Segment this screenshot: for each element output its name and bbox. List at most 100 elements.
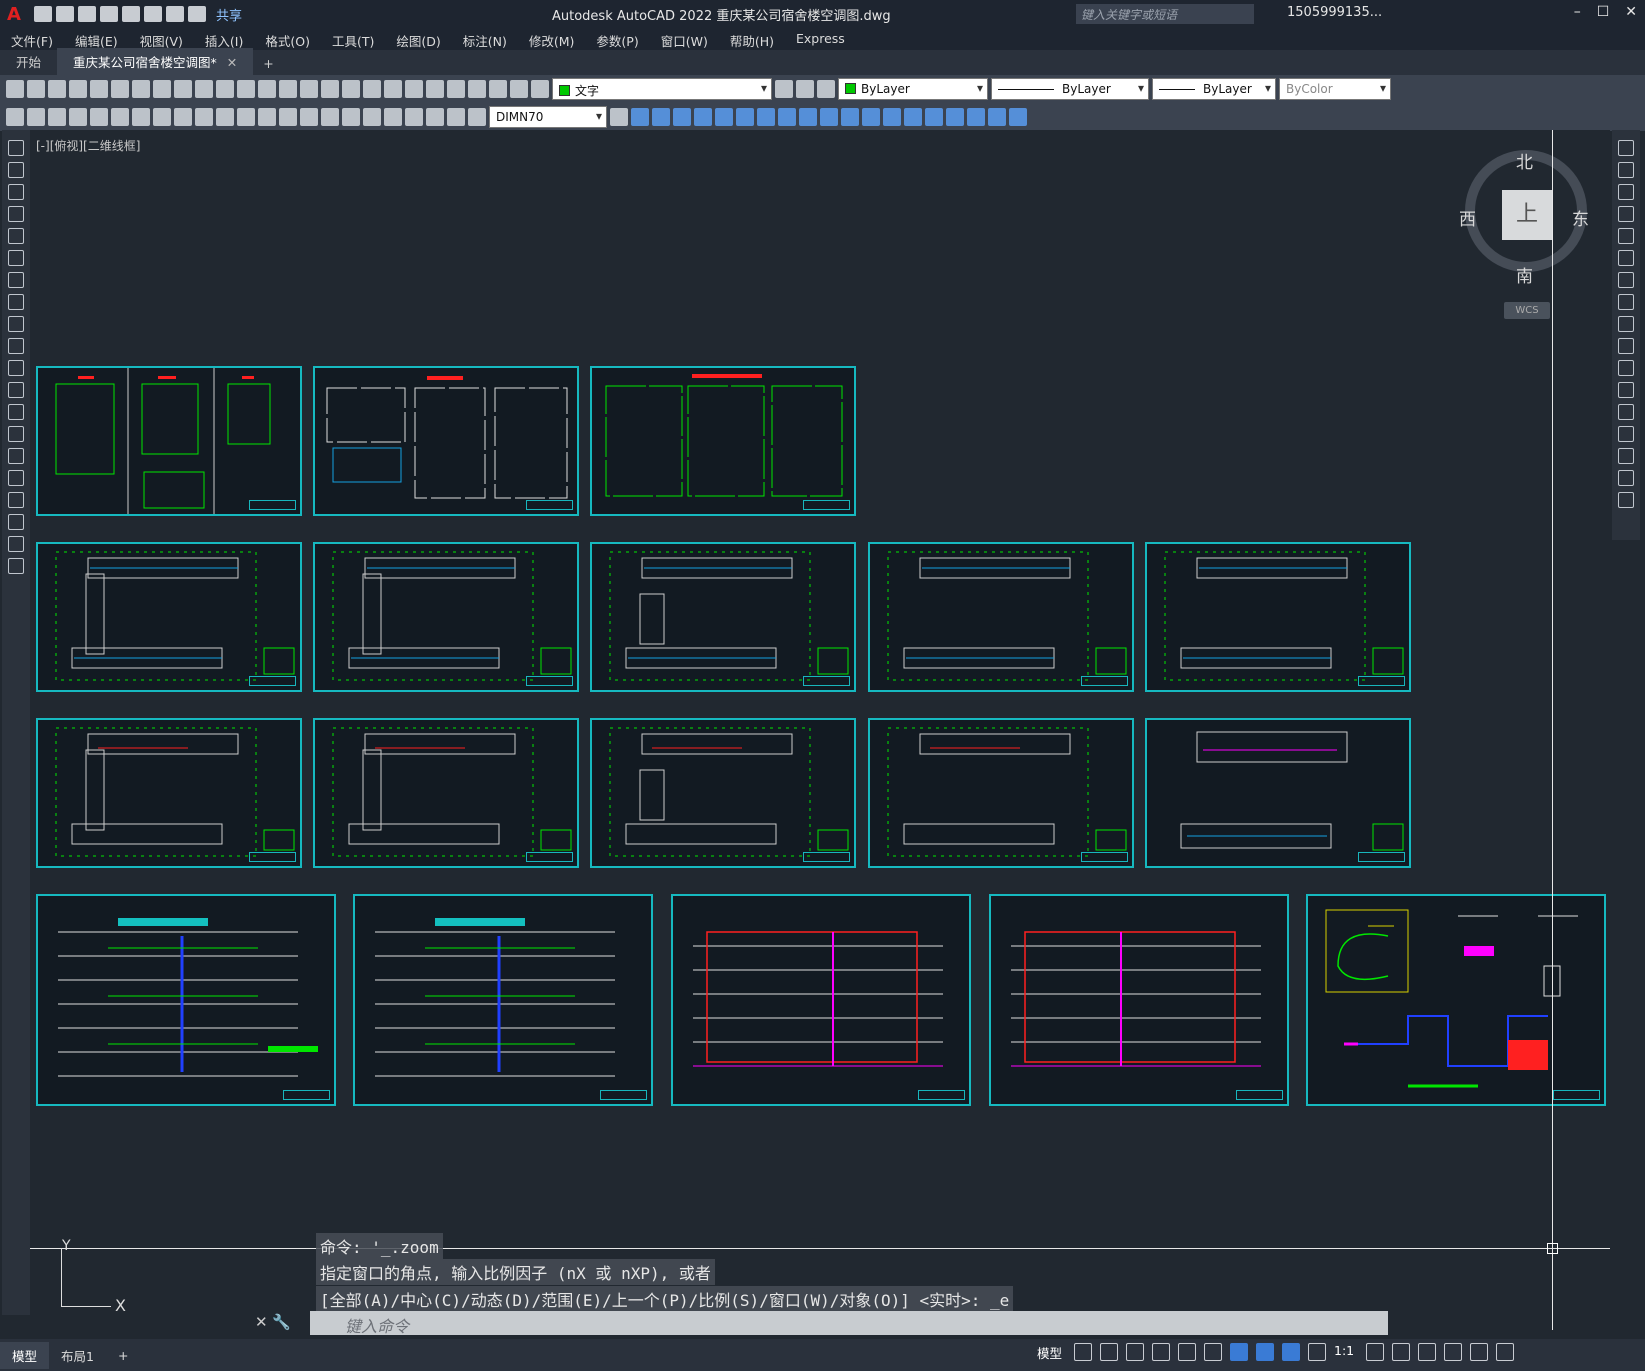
- annotation-monitor-icon[interactable]: [1392, 1343, 1411, 1361]
- menu-view[interactable]: 视图(V): [129, 28, 194, 50]
- wcs-menu[interactable]: WCS: [1504, 302, 1550, 319]
- solid-cylinder-icon[interactable]: [652, 108, 670, 126]
- hardware-acceleration-icon[interactable]: [1444, 1343, 1463, 1361]
- layout-tab-model[interactable]: 模型: [0, 1341, 50, 1369]
- continue-dim-icon[interactable]: [279, 108, 297, 126]
- open-icon[interactable]: [27, 80, 45, 98]
- blend-icon[interactable]: [1618, 470, 1634, 486]
- solid-cone-icon[interactable]: [673, 108, 691, 126]
- publish-icon[interactable]: [122, 6, 140, 22]
- sheet-s16[interactable]: [671, 894, 971, 1106]
- close-command-icon[interactable]: ✕: [255, 1313, 268, 1331]
- break-dim-icon[interactable]: [321, 108, 339, 126]
- linetype-dropdown[interactable]: ByLayer: [991, 78, 1149, 100]
- customization-menu-icon[interactable]: [1496, 1343, 1515, 1361]
- close-tab-icon[interactable]: ✕: [227, 55, 237, 70]
- object-snap-icon[interactable]: [1230, 1343, 1249, 1361]
- line-icon[interactable]: [8, 140, 24, 156]
- clean-screen-icon[interactable]: [1470, 1343, 1489, 1361]
- dim-style-manager-icon[interactable]: [610, 108, 628, 126]
- thicken-icon[interactable]: [925, 108, 943, 126]
- sheet-s01[interactable]: [36, 366, 302, 516]
- inspect-icon[interactable]: [384, 108, 402, 126]
- save-as-icon[interactable]: [100, 6, 118, 22]
- plot-icon[interactable]: [111, 80, 129, 98]
- layer-freeze-icon[interactable]: [531, 80, 549, 98]
- move-icon[interactable]: [1618, 250, 1634, 266]
- construction-line-icon[interactable]: [8, 162, 24, 178]
- insert-block-icon[interactable]: [8, 382, 24, 398]
- join-icon[interactable]: [1618, 404, 1634, 420]
- edit-dim-icon[interactable]: [426, 108, 444, 126]
- menu-format[interactable]: 格式(O): [254, 28, 321, 50]
- viewcube-top-face[interactable]: 上: [1502, 190, 1552, 240]
- union-icon[interactable]: [757, 108, 775, 126]
- interfere-icon[interactable]: [988, 108, 1006, 126]
- properties-icon[interactable]: [342, 80, 360, 98]
- isolate-objects-icon[interactable]: [1418, 1343, 1437, 1361]
- match-properties-icon[interactable]: [195, 80, 213, 98]
- polyline-icon[interactable]: [8, 184, 24, 200]
- fillet-icon[interactable]: [1618, 448, 1634, 464]
- break-icon[interactable]: [1618, 382, 1634, 398]
- save-icon[interactable]: [78, 6, 96, 22]
- viewcube-south[interactable]: 南: [1516, 262, 1533, 287]
- extend-icon[interactable]: [1618, 360, 1634, 376]
- table-icon[interactable]: [8, 514, 24, 530]
- insert-block-icon[interactable]: [6, 108, 24, 126]
- workspace-gear-icon[interactable]: [1366, 1343, 1385, 1361]
- redo-icon[interactable]: [188, 6, 206, 22]
- sheet-s18[interactable]: [1306, 894, 1606, 1106]
- undo-icon[interactable]: [166, 6, 184, 22]
- menu-dimension[interactable]: 标注(N): [452, 28, 518, 50]
- add-selected-icon[interactable]: [8, 558, 24, 574]
- markup-icon[interactable]: [426, 80, 444, 98]
- layer-properties-icon[interactable]: [489, 80, 507, 98]
- menu-edit[interactable]: 编辑(E): [64, 28, 129, 50]
- auto-scale-icon[interactable]: [1308, 1343, 1327, 1361]
- point-icon[interactable]: [8, 426, 24, 442]
- region-icon[interactable]: [8, 492, 24, 508]
- sheet-s08[interactable]: [1145, 542, 1411, 692]
- polar-icon[interactable]: [1152, 1343, 1171, 1361]
- menu-file[interactable]: 文件(F): [0, 28, 64, 50]
- snap-icon[interactable]: [1100, 1343, 1119, 1361]
- solid-sphere-icon[interactable]: [694, 108, 712, 126]
- tab-start[interactable]: 开始: [0, 48, 57, 75]
- tolerance-icon[interactable]: [342, 108, 360, 126]
- rotate-icon[interactable]: [1618, 272, 1634, 288]
- dim-update-icon[interactable]: [468, 108, 486, 126]
- close-icon[interactable]: ✕: [1625, 4, 1637, 20]
- color-dropdown[interactable]: ByLayer: [838, 78, 988, 100]
- paste-icon[interactable]: [174, 80, 192, 98]
- menu-express[interactable]: Express: [785, 28, 856, 50]
- sheet-s14[interactable]: [36, 894, 336, 1106]
- tab-drawing[interactable]: 重庆某公司宿舍楼空调图* ✕: [57, 48, 254, 75]
- annotation-scale[interactable]: 1:1: [1334, 1343, 1354, 1361]
- isodraft-icon[interactable]: [1178, 1343, 1197, 1361]
- circle-icon[interactable]: [8, 272, 24, 288]
- menu-tools[interactable]: 工具(T): [321, 28, 385, 50]
- zoom-previous-icon[interactable]: [321, 80, 339, 98]
- trim-icon[interactable]: [1618, 338, 1634, 354]
- extrude-icon[interactable]: [715, 108, 733, 126]
- layer-previous-icon[interactable]: [796, 80, 814, 98]
- hatch-icon[interactable]: [8, 448, 24, 464]
- angular-dim-icon[interactable]: [216, 108, 234, 126]
- customize-icon[interactable]: 🔧: [272, 1313, 291, 1331]
- block-editor-icon[interactable]: [27, 108, 45, 126]
- arc-length-dim-icon[interactable]: [111, 108, 129, 126]
- ellipse-arc-icon[interactable]: [8, 360, 24, 376]
- revcloud-icon[interactable]: [8, 294, 24, 310]
- array-icon[interactable]: [1618, 228, 1634, 244]
- maximize-icon[interactable]: ☐: [1597, 4, 1610, 20]
- new-tab-button[interactable]: +: [253, 52, 283, 75]
- copy-icon[interactable]: [153, 80, 171, 98]
- menu-window[interactable]: 窗口(W): [650, 28, 719, 50]
- design-center-icon[interactable]: [363, 80, 381, 98]
- sheet-s04[interactable]: [36, 542, 302, 692]
- object-snap-tracking-icon[interactable]: [1204, 1343, 1223, 1361]
- layer-state-icon[interactable]: [817, 80, 835, 98]
- polygon-icon[interactable]: [8, 206, 24, 222]
- text-icon[interactable]: [8, 536, 24, 552]
